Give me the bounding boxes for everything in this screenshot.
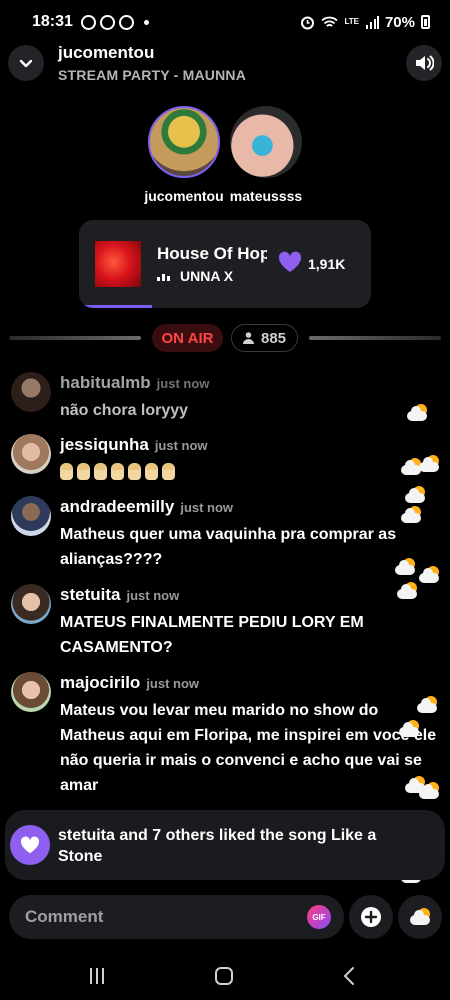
sun-cloud-icon bbox=[398, 720, 420, 738]
sun-cloud-icon bbox=[416, 696, 438, 714]
sun-cloud-icon bbox=[404, 486, 426, 504]
divider-left bbox=[9, 336, 141, 340]
chat-timestamp: just now bbox=[126, 588, 180, 603]
sun-cloud-icon bbox=[406, 404, 428, 422]
network-type: LTE bbox=[344, 17, 359, 26]
chat-text: MATEUS FINALMENTE PEDIU LORY EM CASAMENT… bbox=[60, 614, 364, 656]
home-icon[interactable] bbox=[214, 966, 234, 986]
chat-username: habitualmb bbox=[60, 373, 151, 392]
notification-text: stetuita and 7 others liked the song Lik… bbox=[58, 827, 377, 865]
like-song-heart-icon[interactable] bbox=[278, 251, 302, 273]
wifi-icon bbox=[321, 16, 339, 27]
song-progress-bar bbox=[79, 305, 152, 308]
host-avatar-1[interactable]: jucomentou bbox=[144, 106, 224, 204]
like-notification: stetuita and 7 others liked the song Lik… bbox=[5, 810, 445, 880]
chat-username: stetuita bbox=[60, 585, 121, 604]
chat-timestamp: just now bbox=[146, 676, 200, 691]
avatar bbox=[230, 106, 302, 178]
clock: 18:31 bbox=[32, 13, 73, 30]
chat-timestamp: just now bbox=[180, 500, 234, 515]
now-playing-card[interactable]: House Of Hope UNNA X 1,91K bbox=[79, 220, 371, 308]
app-notification-icon bbox=[99, 14, 115, 30]
status-bar: 18:31 LTE 70% bbox=[0, 0, 450, 44]
song-title: House Of Hope bbox=[157, 244, 267, 263]
volume-button[interactable] bbox=[406, 45, 442, 81]
chat-username: majocirilo bbox=[60, 673, 141, 692]
sun-cloud-icon bbox=[418, 782, 440, 800]
chevron-down-icon bbox=[19, 59, 33, 67]
album-cover bbox=[95, 241, 141, 287]
alarm-icon bbox=[301, 16, 315, 29]
battery-icon bbox=[421, 15, 430, 29]
host-avatar-2[interactable]: mateussss bbox=[226, 106, 306, 204]
sun-cloud-icon bbox=[418, 455, 440, 473]
chat-text: Matheus quer uma vaquinha pra comprar as… bbox=[60, 526, 397, 568]
comment-input[interactable] bbox=[25, 895, 295, 939]
viewer-count[interactable]: 885 bbox=[231, 324, 298, 352]
avatar bbox=[11, 372, 51, 412]
like-count: 1,91K bbox=[308, 256, 346, 272]
avatar bbox=[11, 496, 51, 536]
recent-apps-icon[interactable] bbox=[88, 967, 106, 985]
chat-username: jessiqunha bbox=[60, 435, 149, 454]
divider-right bbox=[309, 336, 441, 340]
avatar bbox=[11, 584, 51, 624]
person-icon bbox=[242, 332, 254, 344]
chat-timestamp: just now bbox=[154, 438, 208, 453]
back-icon[interactable] bbox=[342, 966, 356, 986]
host-name: mateussss bbox=[229, 188, 303, 204]
emoji bbox=[111, 463, 124, 480]
artist-row: UNNA X bbox=[157, 268, 233, 284]
equalizer-icon bbox=[157, 272, 170, 281]
chat-text: não chora loryyy bbox=[60, 402, 189, 419]
sun-cloud-icon bbox=[409, 908, 431, 926]
collapse-button[interactable] bbox=[8, 45, 44, 81]
speaker-icon bbox=[416, 55, 434, 71]
emoji bbox=[60, 463, 73, 480]
emoji bbox=[77, 463, 90, 480]
page-subtitle: STREAM PARTY - MAUNNA bbox=[58, 67, 247, 83]
emoji bbox=[94, 463, 107, 480]
page-title: jucomentou bbox=[58, 43, 155, 62]
avatar bbox=[11, 434, 51, 474]
notification-heart-badge bbox=[10, 825, 50, 865]
instagram-icon bbox=[80, 14, 96, 30]
more-notifications-dot bbox=[143, 19, 149, 25]
emoji bbox=[145, 463, 158, 480]
sun-cloud-icon bbox=[394, 558, 416, 576]
emoji bbox=[128, 463, 141, 480]
chat-emoji-row bbox=[60, 463, 445, 480]
sun-cloud-icon bbox=[400, 506, 422, 524]
host-name: jucomentou bbox=[144, 188, 224, 204]
reaction-button[interactable] bbox=[398, 895, 442, 939]
signal-icon bbox=[365, 15, 379, 29]
avatar bbox=[11, 672, 51, 712]
plus-circle-icon bbox=[361, 907, 381, 927]
add-button[interactable] bbox=[349, 895, 393, 939]
chat-username: andradeemilly bbox=[60, 497, 175, 516]
emoji bbox=[162, 463, 175, 480]
whatsapp-icon bbox=[118, 14, 134, 30]
heart-icon bbox=[20, 836, 40, 854]
battery-percent: 70% bbox=[384, 13, 415, 31]
viewer-count-value: 885 bbox=[260, 329, 287, 347]
avatar bbox=[148, 106, 220, 178]
on-air-badge: ON AIR bbox=[152, 324, 223, 352]
chat-timestamp: just now bbox=[156, 376, 210, 391]
comment-box: GIF bbox=[9, 895, 344, 939]
chat-text: Mateus vou levar meu marido no show do M… bbox=[60, 702, 437, 794]
gif-button[interactable]: GIF bbox=[307, 905, 331, 929]
sun-cloud-icon bbox=[418, 566, 440, 584]
artist-name: UNNA X bbox=[180, 268, 234, 284]
sun-cloud-icon bbox=[396, 582, 418, 600]
system-nav-bar bbox=[0, 950, 450, 1000]
